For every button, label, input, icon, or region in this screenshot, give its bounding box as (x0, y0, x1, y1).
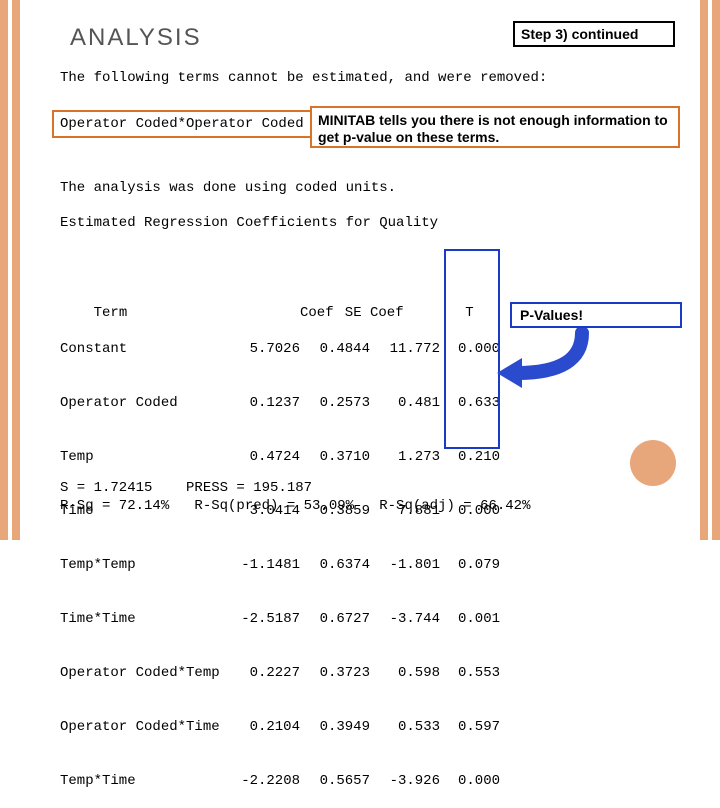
decor-stripe (700, 0, 708, 540)
decor-stripe (0, 0, 8, 540)
table-row: Operator Coded0.12370.25730.4810.633 (60, 394, 534, 412)
table-row: Temp*Time-2.22080.5657-3.9260.000 (60, 772, 534, 790)
col-term: Term (94, 304, 264, 322)
table-row: Constant5.70260.484411.7720.000 (60, 340, 534, 358)
coefficients-table: TermCoefSE CoefTP Constant5.70260.484411… (60, 250, 534, 808)
table-row: Temp*Temp-1.14810.6374-1.8010.079 (60, 556, 534, 574)
table-row: Operator Coded*Temp0.22270.37230.5980.55… (60, 664, 534, 682)
page-title: ANALYSIS (70, 24, 202, 52)
removed-term-highlight: Operator Coded*Operator Coded (52, 110, 312, 138)
col-coef: Coef (264, 304, 334, 322)
decor-circle (630, 440, 676, 486)
decor-stripe (12, 0, 20, 540)
pvalues-callout: P-Values! (510, 302, 682, 328)
removed-terms-intro: The following terms cannot be estimated,… (60, 70, 547, 86)
table-header-row: TermCoefSE CoefTP (60, 286, 534, 304)
decor-stripe (712, 0, 720, 540)
step-label-box: Step 3) continued (513, 21, 675, 47)
table-row: Time*Time-2.51870.6727-3.7440.001 (60, 610, 534, 628)
col-se: SE Coef (334, 304, 404, 322)
estimated-coefs-heading: Estimated Regression Coefficients for Qu… (60, 215, 438, 231)
arrow-icon (492, 328, 602, 398)
coded-units-line: The analysis was done using coded units. (60, 180, 396, 196)
table-row: Operator Coded*Time0.21040.39490.5330.59… (60, 718, 534, 736)
col-t: T (404, 304, 474, 322)
table-row: Temp0.47240.37101.2730.210 (60, 448, 534, 466)
minitab-note-callout: MINITAB tells you there is not enough in… (310, 106, 680, 148)
summary-stats-line-1: S = 1.72415 PRESS = 195.187 (60, 480, 312, 496)
summary-stats-line-2: R-Sq = 72.14% R-Sq(pred) = 53.09% R-Sq(a… (60, 498, 530, 514)
